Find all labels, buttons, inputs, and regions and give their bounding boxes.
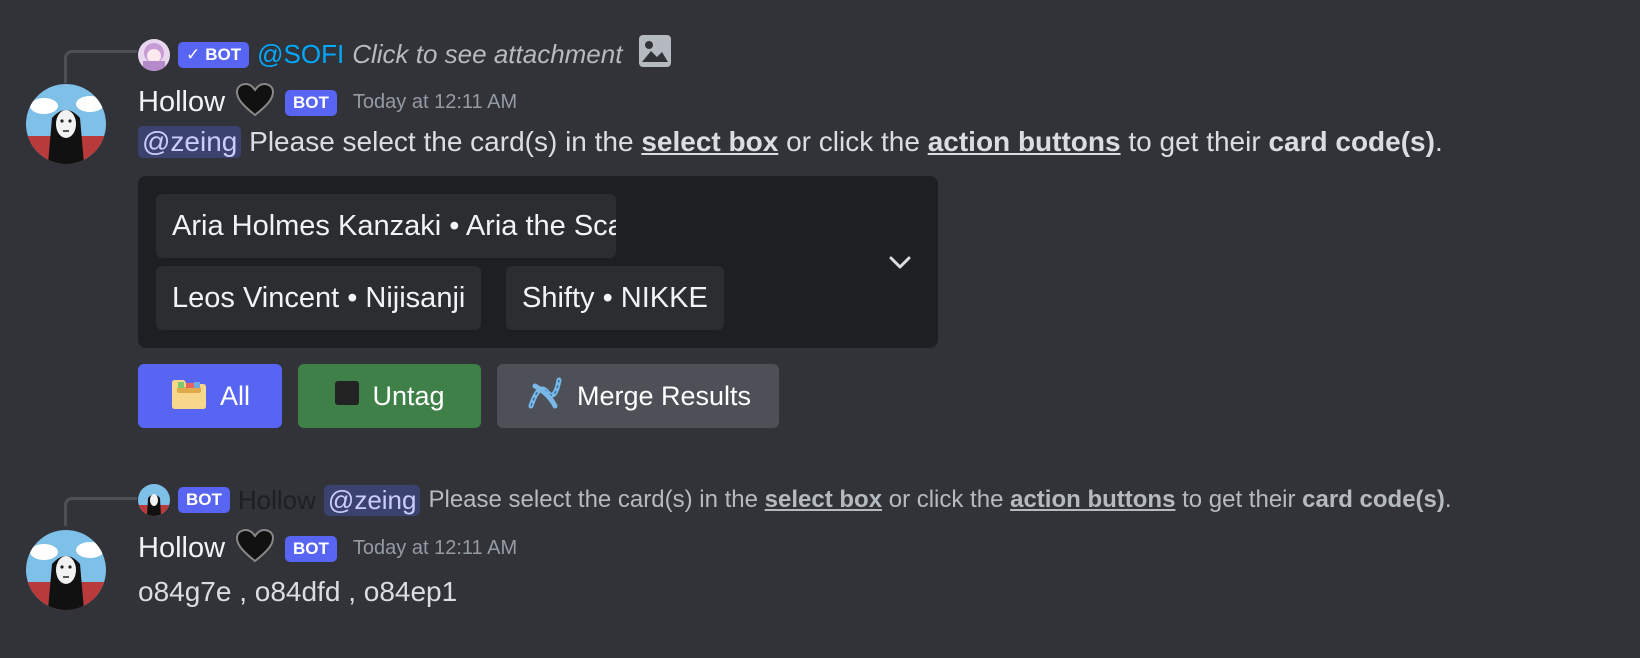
- bot-tag: BOT: [178, 487, 230, 513]
- merge-results-label: Merge Results: [576, 380, 752, 411]
- chevron-down-icon[interactable]: [886, 248, 914, 281]
- message-header: Hollow BOT Today at 12:11 AM: [138, 82, 517, 123]
- untag-button[interactable]: Untag: [298, 364, 481, 428]
- card-codes: o84g7e , o84dfd , o84ep1: [138, 576, 458, 607]
- merge-results-button[interactable]: Merge Results: [497, 364, 779, 428]
- check-icon: ✓: [186, 44, 201, 64]
- reply-preview[interactable]: BOT Hollow @zeing Please select the card…: [138, 484, 1452, 516]
- text: or click the: [888, 486, 1004, 513]
- reply-connector: [64, 497, 137, 526]
- all-button[interactable]: All: [138, 364, 282, 428]
- text: .: [1434, 126, 1443, 157]
- untag-button-label: Untag: [372, 380, 445, 411]
- image-icon[interactable]: [638, 34, 672, 75]
- emphasis-text: select box: [764, 486, 883, 513]
- selected-option[interactable]: Leos Vincent • Nijisanji: [156, 266, 482, 330]
- hollow-avatar[interactable]: [26, 84, 106, 164]
- emphasis-text: action buttons: [927, 126, 1121, 157]
- timestamp[interactable]: Today at 12:11 AM: [353, 537, 517, 560]
- folder-icon: [170, 375, 208, 418]
- reply-connector: [64, 50, 137, 83]
- bot-tag: ✓ BOT: [178, 41, 250, 68]
- bot-tag-label: BOT: [205, 44, 242, 64]
- black-heart-icon: [235, 82, 275, 123]
- reply-text[interactable]: Please select the card(s) in the select …: [428, 486, 1451, 514]
- text: to get their: [1128, 126, 1261, 157]
- black-square-icon: [334, 380, 360, 413]
- reply-attachment-text[interactable]: Click to see attachment: [352, 39, 622, 70]
- text: Please select the card(s) in the: [428, 486, 758, 513]
- reply-preview[interactable]: ✓ BOT @SOFI Click to see attachment: [138, 34, 672, 75]
- username[interactable]: Hollow: [138, 532, 225, 565]
- black-heart-icon: [235, 528, 275, 569]
- reply-username[interactable]: Hollow: [238, 485, 316, 516]
- selected-option[interactable]: Aria Holmes Kanzaki • Aria the Scarlet A…: [156, 194, 616, 258]
- sofi-avatar[interactable]: [138, 38, 170, 71]
- emphasis-text: action buttons: [1010, 486, 1176, 513]
- user-mention[interactable]: @zeing: [323, 484, 421, 516]
- user-mention[interactable]: @zeing: [138, 126, 242, 158]
- hollow-avatar[interactable]: [26, 530, 106, 610]
- text: or click the: [786, 126, 920, 157]
- emphasis-text: card code(s): [1268, 126, 1435, 157]
- bot-tag: BOT: [285, 535, 337, 562]
- timestamp[interactable]: Today at 12:11 AM: [353, 91, 517, 114]
- text: Please select the card(s) in the: [249, 126, 634, 157]
- reply-mention[interactable]: @SOFI: [257, 39, 344, 70]
- message-content: @zeing Please select the card(s) in the …: [138, 126, 1443, 158]
- card-select-box[interactable]: Aria Holmes Kanzaki • Aria the Scarlet A…: [138, 176, 938, 348]
- knot-icon: [525, 374, 565, 419]
- selected-option[interactable]: Shifty • NIKKE: [506, 266, 724, 330]
- all-button-label: All: [219, 380, 250, 411]
- hollow-mini-avatar[interactable]: [138, 484, 170, 516]
- bot-tag: BOT: [285, 89, 337, 116]
- text: .: [1444, 486, 1452, 513]
- emphasis-text: card code(s): [1302, 486, 1445, 513]
- message-header: Hollow BOT Today at 12:11 AM: [138, 528, 517, 569]
- username[interactable]: Hollow: [138, 86, 225, 119]
- emphasis-text: select box: [641, 126, 779, 157]
- text: to get their: [1182, 486, 1296, 513]
